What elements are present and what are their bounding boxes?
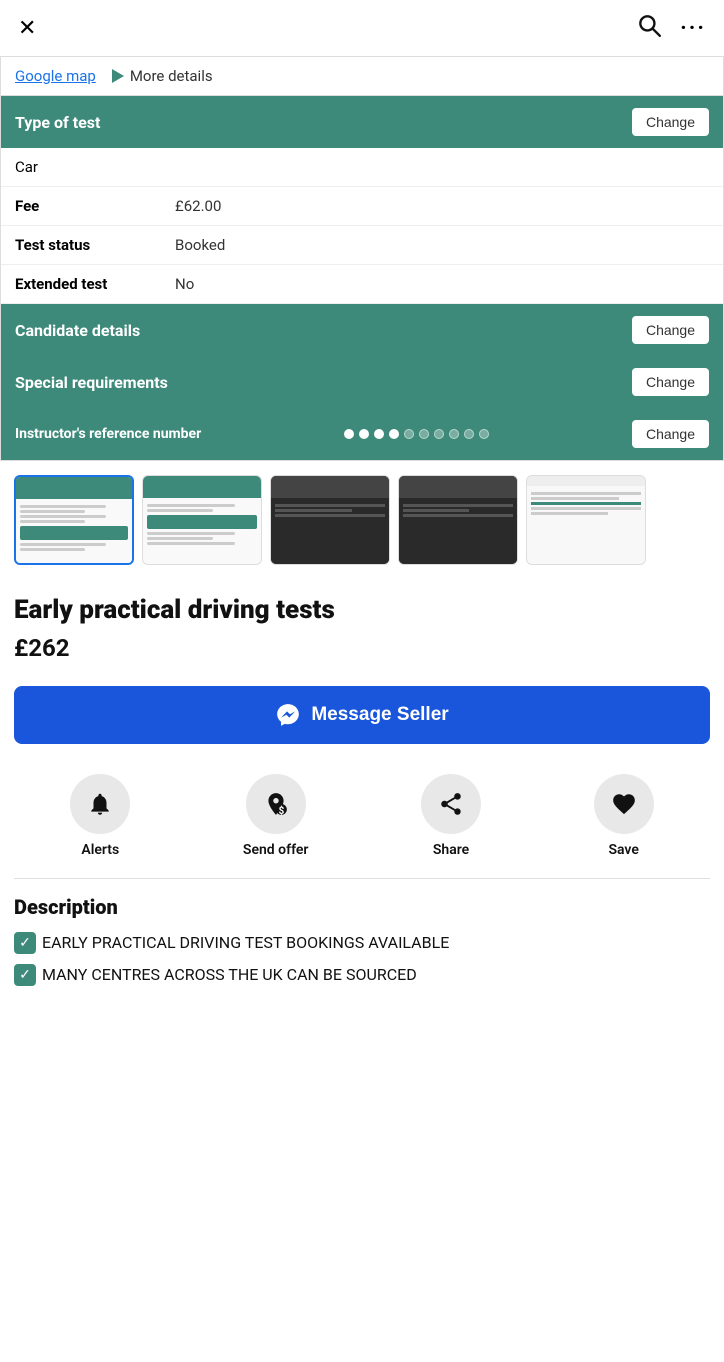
close-icon[interactable]: ✕	[18, 16, 36, 41]
fee-value: £62.00	[175, 197, 221, 215]
test-status-row: Test status Booked	[1, 226, 723, 265]
dot-6	[419, 429, 429, 439]
thumbnail-2[interactable]	[142, 475, 262, 565]
instructor-ref-change-button[interactable]: Change	[632, 420, 709, 448]
send-offer-label: Send offer	[243, 842, 309, 858]
fee-label: Fee	[15, 197, 175, 215]
share-icon-circle	[421, 774, 481, 834]
dot-5	[404, 429, 414, 439]
instructor-ref-dots	[344, 429, 489, 439]
test-status-value: Booked	[175, 236, 225, 254]
test-info-table: Type of test Change Car Fee £62.00 Test …	[0, 95, 724, 461]
thumbnail-1[interactable]	[14, 475, 134, 565]
description-section: Description ✓ EARLY PRACTICAL DRIVING TE…	[0, 879, 724, 1007]
message-seller-button[interactable]: Message Seller	[14, 686, 710, 744]
save-label: Save	[608, 842, 638, 858]
candidate-details-label: Candidate details	[15, 321, 140, 340]
listing-info: Early practical driving tests £262	[0, 579, 724, 686]
play-icon	[112, 69, 124, 83]
listing-title: Early practical driving tests	[14, 595, 710, 626]
type-of-test-label: Type of test	[15, 113, 100, 132]
dot-3	[374, 429, 384, 439]
share-label: Share	[433, 842, 469, 858]
description-line-2: ✓ MANY CENTRES ACROSS THE UK CAN BE SOUR…	[14, 963, 710, 987]
header: ✕ ···	[0, 0, 724, 56]
instructor-ref-label: Instructor's reference number	[15, 426, 201, 442]
alerts-icon-circle	[70, 774, 130, 834]
more-details-label: More details	[130, 67, 213, 85]
send-offer-icon-circle: $	[246, 774, 306, 834]
extended-test-row: Extended test No	[1, 265, 723, 304]
type-of-test-row: Type of test Change	[1, 96, 723, 148]
svg-text:$: $	[278, 806, 284, 817]
thumbnail-4[interactable]	[398, 475, 518, 565]
listing-price: £262	[14, 634, 710, 662]
description-line-1: ✓ EARLY PRACTICAL DRIVING TEST BOOKINGS …	[14, 931, 710, 955]
candidate-details-row: Candidate details Change	[1, 304, 723, 356]
description-title: Description	[14, 895, 710, 919]
check-icon-1: ✓	[14, 932, 36, 954]
messenger-icon	[275, 702, 301, 728]
extended-test-label: Extended test	[15, 275, 175, 293]
thumbnail-5[interactable]	[526, 475, 646, 565]
type-of-test-change-button[interactable]: Change	[632, 108, 709, 136]
special-requirements-change-button[interactable]: Change	[632, 368, 709, 396]
share-action[interactable]: Share	[421, 774, 481, 858]
alerts-action[interactable]: Alerts	[70, 774, 130, 858]
more-details-button[interactable]: More details	[112, 67, 213, 85]
dot-1	[344, 429, 354, 439]
test-status-label: Test status	[15, 236, 175, 254]
heart-icon	[611, 791, 637, 817]
car-value-row: Car	[1, 148, 723, 187]
instructor-ref-row: Instructor's reference number Change	[1, 408, 723, 460]
dot-10	[479, 429, 489, 439]
thumbnail-strip[interactable]	[0, 461, 724, 579]
search-icon[interactable]	[636, 12, 662, 44]
dot-2	[359, 429, 369, 439]
dot-4	[389, 429, 399, 439]
candidate-details-change-button[interactable]: Change	[632, 316, 709, 344]
description-text-1: EARLY PRACTICAL DRIVING TEST BOOKINGS AV…	[42, 931, 449, 955]
message-seller-label: Message Seller	[311, 704, 448, 726]
top-links: Google map More details	[0, 56, 724, 95]
fee-row: Fee £62.00	[1, 187, 723, 226]
dot-7	[434, 429, 444, 439]
send-offer-action[interactable]: $ Send offer	[243, 774, 309, 858]
dot-9	[464, 429, 474, 439]
google-map-link[interactable]: Google map	[15, 67, 96, 85]
description-text-2: MANY CENTRES ACROSS THE UK CAN BE SOURCE…	[42, 963, 417, 987]
extended-test-value: No	[175, 275, 194, 293]
save-icon-circle	[594, 774, 654, 834]
action-row: Alerts $ Send offer Share Save	[0, 764, 724, 878]
share-icon	[438, 791, 464, 817]
send-offer-icon: $	[263, 791, 289, 817]
more-options-icon[interactable]: ···	[680, 16, 706, 41]
dot-8	[449, 429, 459, 439]
special-requirements-row: Special requirements Change	[1, 356, 723, 408]
alerts-label: Alerts	[81, 842, 119, 858]
thumbnail-3[interactable]	[270, 475, 390, 565]
save-action[interactable]: Save	[594, 774, 654, 858]
car-value: Car	[15, 158, 38, 176]
check-icon-2: ✓	[14, 964, 36, 986]
bell-icon	[87, 791, 113, 817]
special-requirements-label: Special requirements	[15, 373, 168, 392]
